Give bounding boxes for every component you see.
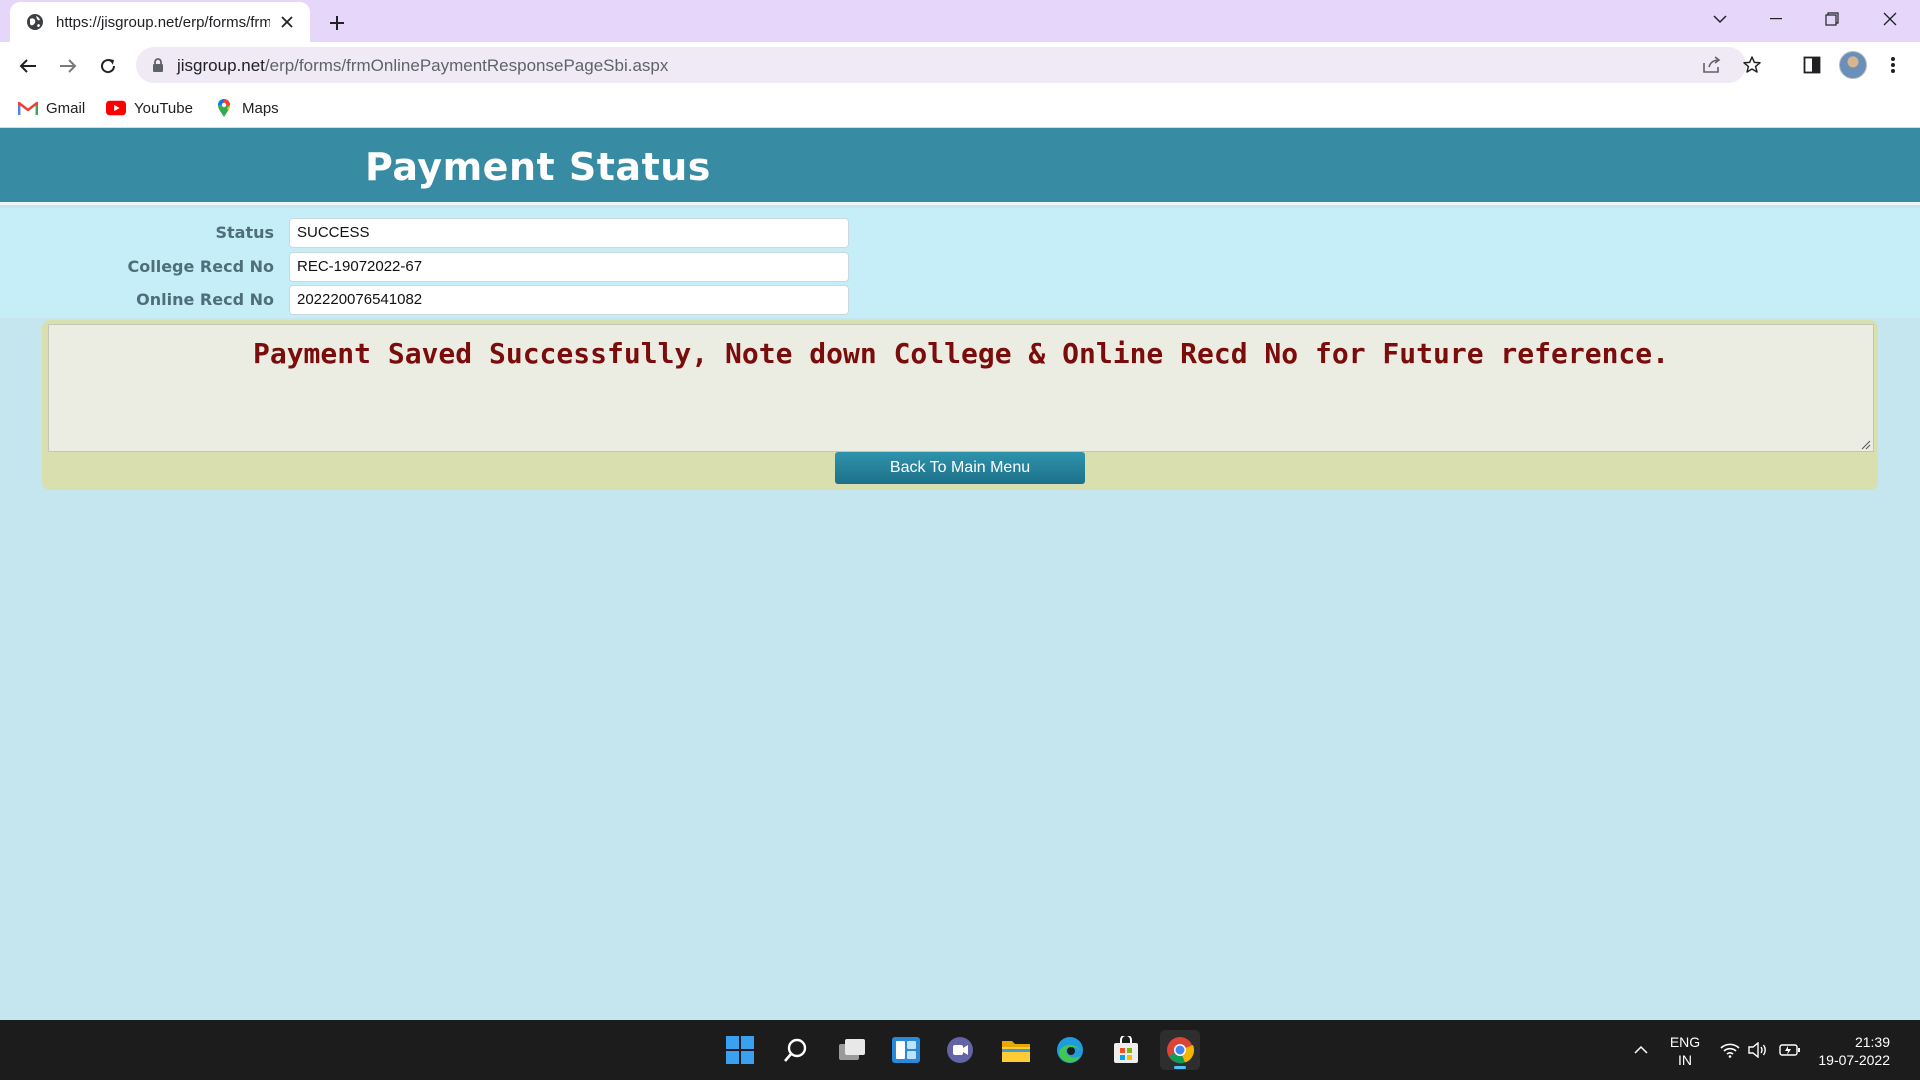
online-recd-field[interactable]: 202220076541082 [289, 285, 849, 315]
new-tab-button[interactable] [322, 8, 352, 38]
reload-icon[interactable] [92, 50, 124, 82]
message-panel: Payment Saved Successfully, Note down Co… [42, 320, 1878, 490]
status-field[interactable]: SUCCESS [289, 218, 849, 248]
language-indicator[interactable]: ENG IN [1665, 1033, 1705, 1069]
close-tab-icon[interactable] [276, 11, 298, 33]
college-recd-field[interactable]: REC-19072022-67 [289, 252, 849, 282]
gmail-icon [18, 99, 38, 117]
college-recd-label: College Recd No [127, 257, 275, 276]
page-title: Payment Status [365, 145, 711, 189]
chevron-up-icon[interactable] [1626, 1020, 1656, 1080]
minimize-icon[interactable] [1748, 0, 1804, 38]
bookmark-youtube[interactable]: YouTube [106, 96, 193, 120]
windows-taskbar: ENG IN 21:39 19-07-2022 [0, 1020, 1920, 1080]
address-bar[interactable]: jisgroup.net/erp/forms/frmOnlinePaymentR… [136, 47, 1761, 83]
browser-titlebar: https://jisgroup.net/erp/forms/frmOnline… [0, 0, 1920, 42]
battery-icon[interactable] [1776, 1020, 1804, 1080]
task-view-icon[interactable] [832, 1030, 872, 1070]
edge-browser-icon[interactable] [1050, 1030, 1090, 1070]
share-icon[interactable] [1700, 53, 1724, 77]
profile-avatar[interactable] [1839, 51, 1867, 79]
widgets-icon[interactable] [886, 1030, 926, 1070]
microsoft-store-icon[interactable] [1106, 1030, 1146, 1070]
tab-search-icon[interactable] [1692, 0, 1748, 38]
close-window-icon[interactable] [1862, 0, 1918, 38]
volume-icon[interactable] [1744, 1020, 1772, 1080]
menu-kebab-icon[interactable] [1879, 51, 1907, 79]
wifi-icon[interactable] [1716, 1020, 1744, 1080]
payment-message: Payment Saved Successfully, Note down Co… [252, 337, 1670, 370]
college-recd-row: College Recd No REC-19072022-67 [0, 252, 860, 282]
bookmark-maps[interactable]: Maps [214, 96, 279, 120]
lock-icon[interactable] [150, 57, 166, 73]
forward-arrow-icon[interactable] [52, 50, 84, 82]
bookmarks-bar: Gmail YouTube Maps [0, 88, 1920, 128]
browser-toolbar: jisgroup.net/erp/forms/frmOnlinePaymentR… [0, 42, 1920, 88]
search-icon[interactable] [776, 1030, 816, 1070]
tab-title: https://jisgroup.net/erp/forms/frmOnline… [56, 13, 270, 31]
avatar [1839, 51, 1867, 79]
start-icon[interactable] [720, 1030, 760, 1070]
maps-icon [214, 99, 234, 117]
globe-icon [26, 13, 44, 31]
online-recd-label: Online Recd No [136, 290, 274, 309]
online-recd-row: Online Recd No 202220076541082 [0, 285, 860, 315]
url-text: jisgroup.net/erp/forms/frmOnlinePaymentR… [177, 56, 669, 75]
message-textarea[interactable]: Payment Saved Successfully, Note down Co… [48, 324, 1874, 452]
back-to-main-menu-button[interactable]: Back To Main Menu [835, 452, 1085, 484]
chrome-icon[interactable] [1160, 1030, 1200, 1070]
status-label: Status [215, 223, 274, 242]
system-clock[interactable]: 21:39 19-07-2022 [1810, 1033, 1890, 1069]
browser-tab[interactable]: https://jisgroup.net/erp/forms/frmOnline… [10, 2, 310, 42]
payment-details-form: Status SUCCESS College Recd No REC-19072… [0, 208, 1920, 318]
youtube-icon [106, 99, 126, 117]
resize-grip-icon[interactable] [1859, 437, 1871, 450]
restore-icon[interactable] [1804, 0, 1860, 38]
bookmark-gmail[interactable]: Gmail [18, 96, 85, 120]
status-row: Status SUCCESS [0, 218, 860, 248]
page-header: Payment Status [0, 128, 1920, 205]
bookmark-star-icon[interactable] [1740, 53, 1764, 77]
file-explorer-icon[interactable] [996, 1030, 1036, 1070]
teams-chat-icon[interactable] [940, 1030, 980, 1070]
side-panel-icon[interactable] [1798, 51, 1826, 79]
back-arrow-icon[interactable] [12, 50, 44, 82]
